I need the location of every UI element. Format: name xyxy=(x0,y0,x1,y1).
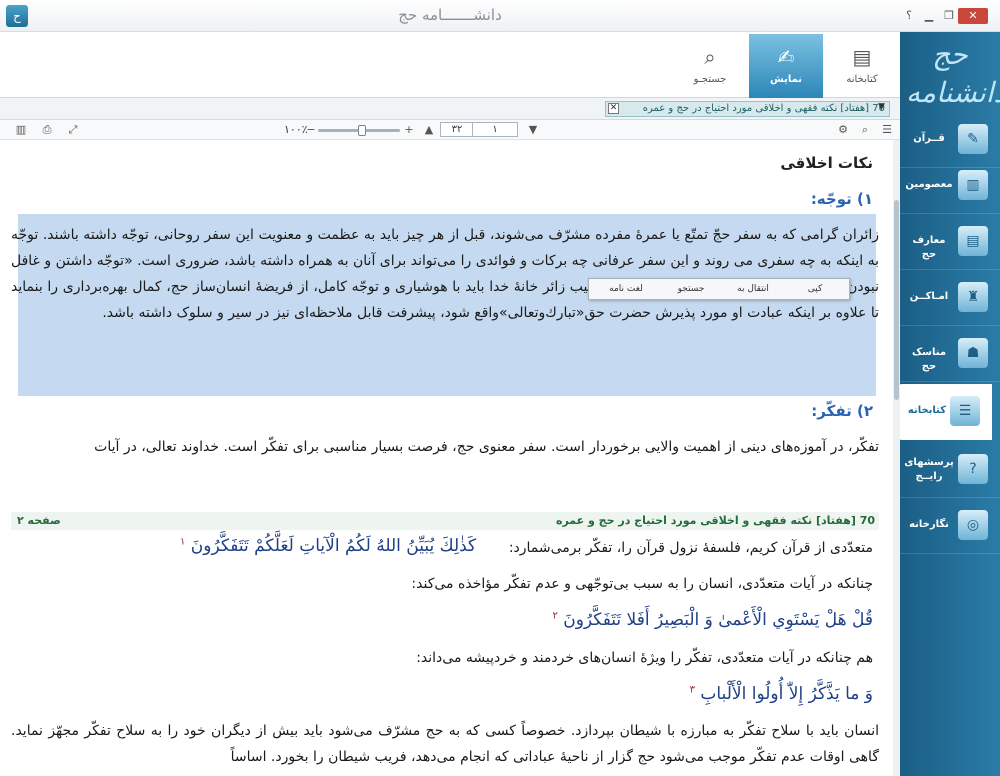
section-2-paragraph[interactable]: تفکّر، در آموزه‌های دینی از اهمیت والایی… xyxy=(11,434,879,460)
sidebar-item-label: کتابخانه xyxy=(907,405,947,416)
close-document-icon[interactable]: ✕ xyxy=(608,103,619,114)
list-icon[interactable]: ☰ xyxy=(880,123,894,137)
section-2-title: ۲) تفکّر: xyxy=(811,402,873,420)
tab-search[interactable]: ⌕ جستجـو xyxy=(673,34,747,98)
section-1-paragraph[interactable]: زائران گرامی که به سفر حجّ تمتّع یا عمره… xyxy=(11,222,879,326)
mosque-icon: ▥ xyxy=(958,170,988,200)
library-books-icon: ☰ xyxy=(950,396,980,426)
zoom-out-icon[interactable]: − xyxy=(304,123,318,137)
menu-item-dictionary[interactable]: لغت نامه xyxy=(593,282,659,296)
tab-display[interactable]: ✍ نمایش xyxy=(749,34,823,98)
sidebar-item-label: معارف حج xyxy=(912,235,946,260)
vertical-scrollbar[interactable] xyxy=(893,140,900,776)
faq-icon: ? xyxy=(958,454,988,484)
places-minaret-icon: ♜ xyxy=(958,282,988,312)
page-separator-title: 70 [هفتاد] نکته فقهی و اخلاقی مورد احتیا… xyxy=(555,514,875,527)
page-separator: 70 [هفتاد] نکته فقهی و اخلاقی مورد احتیا… xyxy=(11,512,879,530)
restore-icon[interactable]: ❐ xyxy=(940,9,958,23)
menu-item-move-to[interactable]: انتقال به xyxy=(723,282,783,296)
quran-verse-1[interactable]: كَذٰلِكَ يُبَيِّنُ اللهُ لَكُمُ الْآياتِ… xyxy=(180,536,476,556)
scrollbar-thumb[interactable] xyxy=(894,200,899,400)
columns-icon[interactable]: ▥ xyxy=(14,123,28,137)
sidebar-item-amaken[interactable]: امـاکــن ♜ xyxy=(900,270,1000,326)
gallery-icon: ◎ xyxy=(958,510,988,540)
section-heading: نکات اخلاقی xyxy=(780,154,873,172)
print-icon[interactable]: ⎙ xyxy=(40,123,54,137)
tab-label: جستجـو xyxy=(693,74,727,85)
window-title: دانشـــــــامه حج xyxy=(398,6,502,24)
footnote-marker[interactable]: ۲ xyxy=(552,610,557,621)
section-1-title: ۱) توجّه: xyxy=(810,190,873,208)
sidebar-item-label: نگارخانه xyxy=(909,519,949,530)
sidebar-item-faq[interactable]: پرسشهای رایــج ? xyxy=(900,442,1000,498)
sidebar-item-gallery[interactable]: نگارخانه ◎ xyxy=(900,498,1000,554)
context-menu: کپی انتقال به جستجو لغت نامه xyxy=(588,278,850,300)
pilgrim-icon: ☗ xyxy=(958,338,988,368)
quran-book-icon: ✎ xyxy=(958,124,988,154)
page-down-icon[interactable]: ▼ xyxy=(526,123,540,137)
text-line[interactable]: هم چنانکه در آیات متعدّدی، تفکّر را ویژه… xyxy=(416,650,873,666)
fullscreen-icon[interactable]: ⤢ xyxy=(66,123,80,137)
top-tab-bar: ▤ کتابخانه ✍ نمایش ⌕ جستجـو xyxy=(0,32,900,98)
close-button[interactable]: ✕ xyxy=(958,8,988,24)
last-paragraph[interactable]: انسان باید با سلاح تفکّر به مبارزه با شی… xyxy=(11,718,879,770)
sidebar-item-label: معصومین xyxy=(905,179,953,190)
open-document-tab[interactable]: 70 [هفتاد] نکته فقهی و اخلاقی مورد احتیا… xyxy=(605,101,890,117)
sidebar-item-label: پرسشهای رایــج xyxy=(904,457,954,482)
sidebar-item-library[interactable]: کتابخانه ☰ xyxy=(898,384,992,440)
sidebar-item-label: مناسک حج xyxy=(911,347,947,372)
page-separator-number: صفحه ۲ xyxy=(17,514,61,527)
sidebar-item-label: قــرآن xyxy=(913,133,945,144)
menu-item-copy[interactable]: کپی xyxy=(785,282,845,296)
quran-verse-3[interactable]: وَ ما يَذَّكَّرُ إِلاّٰ أُولُوا الْأَلْب… xyxy=(690,684,873,704)
open-document-bar: 70 [هفتاد] نکته فقهی و اخلاقی مورد احتیا… xyxy=(0,98,900,120)
tab-label: نمایش xyxy=(769,74,803,85)
sidebar-item-masumin[interactable]: معصومین ▥ xyxy=(900,158,1000,214)
page-up-icon[interactable]: ▲ xyxy=(422,123,436,137)
page-number-input[interactable]: ۱ xyxy=(472,122,518,137)
tab-library[interactable]: ▤ کتابخانه xyxy=(825,34,899,98)
quran-verse-2[interactable]: قُلْ هَلْ يَسْتَوِي الْأَعْمىٰ وَ الْبَص… xyxy=(552,610,873,630)
total-pages: ۳۲ xyxy=(440,122,474,137)
tab-label: کتابخانه xyxy=(846,74,878,85)
text-line[interactable]: متعدّدی از قرآن کریم، فلسفهٔ نزول قرآن ر… xyxy=(509,540,873,556)
sidebar-item-label: امـاکــن xyxy=(909,291,949,302)
main-sidebar: حج دانشنامه قــرآن ✎ معصومین ▥ معارف حج ▤… xyxy=(898,32,1000,776)
menu-item-search[interactable]: جستجو xyxy=(661,282,721,296)
quran-verse-text: كَذٰلِكَ يُبَيِّنُ اللهُ لَكُمُ الْآياتِ… xyxy=(190,536,477,556)
knowledge-book-icon: ▤ xyxy=(958,226,988,256)
text-line[interactable]: چنانکه در آیات متعدّدی، انسان را به سبب … xyxy=(411,576,873,592)
footnote-marker[interactable]: ۳ xyxy=(690,684,695,695)
sidebar-item-manasek[interactable]: مناسک حج ☗ xyxy=(900,326,1000,382)
magnifier-icon: ⌕ xyxy=(704,45,716,69)
minimize-icon[interactable]: ▁ xyxy=(920,9,938,23)
chevron-down-icon[interactable]: ▼ xyxy=(878,102,885,112)
reader-toolbar: ▥ ⎙ ⤢ ۱۰۰٪ − + ▲ ۳۲ ۱ ▼ ⚙ ⌕ ☰ xyxy=(0,120,900,140)
quran-verse-text: قُلْ هَلْ يَسْتَوِي الْأَعْمىٰ وَ الْبَص… xyxy=(563,610,873,630)
settings-gear-icon[interactable]: ⚙ xyxy=(836,123,850,137)
search-icon[interactable]: ⌕ xyxy=(858,123,872,137)
books-icon: ▤ xyxy=(852,45,872,69)
title-bar: ح دانشـــــــامه حج ؟ ▁ ❐ ✕ xyxy=(0,0,1000,32)
danesh-name-haj-logo: حج دانشنامه xyxy=(906,38,1000,109)
quran-verse-text: وَ ما يَذَّكَّرُ إِلاّٰ أُولُوا الْأَلْب… xyxy=(700,684,873,704)
display-document-icon: ✍ xyxy=(777,45,795,69)
zoom-slider-handle[interactable] xyxy=(358,125,366,136)
document-content: نکات اخلاقی ۱) توجّه: زائران گرامی که به… xyxy=(0,140,893,776)
help-button[interactable]: ؟ xyxy=(900,9,918,23)
zoom-in-icon[interactable]: + xyxy=(402,123,416,137)
footnote-marker[interactable]: ۱ xyxy=(180,536,185,547)
sidebar-item-maaref[interactable]: معارف حج ▤ xyxy=(900,214,1000,270)
